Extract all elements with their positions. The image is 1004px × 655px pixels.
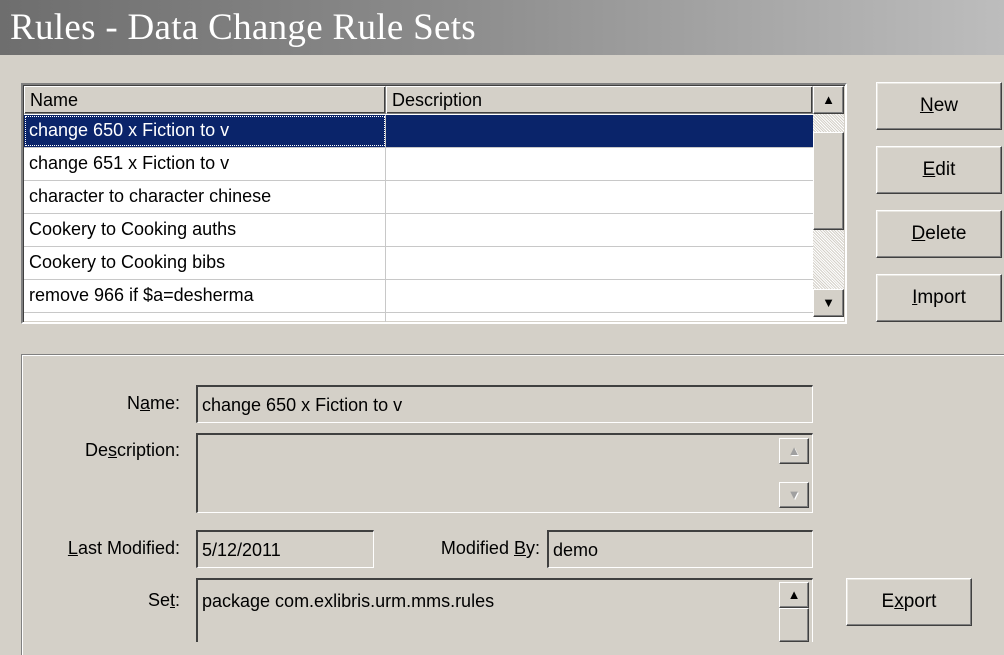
name-label-rest: me: bbox=[149, 393, 180, 413]
rule-rows: change 650 x Fiction to v change 651 x F… bbox=[24, 115, 813, 322]
table-row[interactable]: change 650 x Fiction to v bbox=[24, 115, 813, 148]
set-label-pre: Se bbox=[147, 590, 170, 610]
modified-by-label-pre: Modified bbox=[440, 538, 514, 558]
scrollbar-track[interactable] bbox=[779, 608, 809, 642]
delete-button-mnemonic: D bbox=[911, 223, 926, 244]
scroll-up-arrow-icon[interactable]: ▲ bbox=[813, 86, 844, 114]
rule-description-cell bbox=[386, 148, 813, 180]
rule-sets-list[interactable]: Name Description change 650 x Fiction to… bbox=[21, 83, 847, 324]
new-button-label: ew bbox=[933, 95, 959, 116]
name-label-pre: N bbox=[126, 393, 140, 413]
column-header-description[interactable]: Description bbox=[386, 86, 813, 114]
title-bar: Rules - Data Change Rule Sets bbox=[0, 0, 1004, 55]
set-label-rest: : bbox=[174, 590, 180, 610]
scrollbar-thumb[interactable] bbox=[813, 132, 844, 230]
table-row[interactable]: remove 966 if $a=desherma bbox=[24, 280, 813, 313]
rule-name-cell: Cookery to Cooking bibs bbox=[24, 247, 386, 279]
last-modified-field[interactable]: 5/12/2011 bbox=[196, 530, 374, 568]
export-button-label: port bbox=[903, 591, 937, 612]
table-row-partial[interactable] bbox=[24, 313, 813, 322]
list-vertical-scrollbar[interactable]: ▲ ▼ bbox=[813, 86, 844, 317]
name-field[interactable]: change 650 x Fiction to v bbox=[196, 385, 813, 423]
import-button[interactable]: Import bbox=[876, 274, 1002, 322]
rule-description-cell bbox=[386, 181, 813, 213]
modified-by-field[interactable]: demo bbox=[547, 530, 813, 568]
last-modified-label-mnemonic: L bbox=[67, 538, 78, 558]
modified-by-label: Modified By: bbox=[394, 538, 540, 559]
rule-name-cell: change 650 x Fiction to v bbox=[24, 115, 386, 147]
export-button-pre: E bbox=[881, 591, 895, 612]
set-scrollbar[interactable]: ▲ bbox=[779, 582, 809, 642]
export-button[interactable]: Export bbox=[846, 578, 972, 626]
set-field[interactable]: package com.exlibris.urm.mms.rules bbox=[196, 578, 813, 642]
description-scrollbar[interactable]: ▲ ▼ bbox=[779, 438, 809, 510]
scroll-up-arrow-icon[interactable]: ▲ bbox=[779, 582, 809, 608]
scroll-down-arrow-icon[interactable]: ▼ bbox=[779, 482, 809, 508]
modified-by-label-mnemonic: B bbox=[513, 538, 526, 558]
table-row[interactable]: Cookery to Cooking bibs bbox=[24, 247, 813, 280]
modified-by-label-rest: y: bbox=[525, 538, 540, 558]
last-modified-label-rest: ast Modified: bbox=[77, 538, 180, 558]
name-label-mnemonic: a bbox=[139, 393, 150, 413]
edit-button-mnemonic: E bbox=[922, 159, 936, 180]
delete-button[interactable]: Delete bbox=[876, 210, 1002, 258]
rule-name-cell: character to character chinese bbox=[24, 181, 386, 213]
description-field[interactable] bbox=[196, 433, 813, 513]
table-row[interactable]: character to character chinese bbox=[24, 181, 813, 214]
column-header-name[interactable]: Name bbox=[24, 86, 386, 114]
rule-description-cell bbox=[386, 214, 813, 246]
rule-name-cell: Cookery to Cooking auths bbox=[24, 214, 386, 246]
set-label: Set: bbox=[90, 590, 180, 611]
edit-button-label: dit bbox=[935, 159, 956, 180]
last-modified-label: Last Modified: bbox=[30, 538, 180, 559]
new-button[interactable]: New bbox=[876, 82, 1002, 130]
export-button-mnemonic: x bbox=[894, 591, 904, 612]
description-label-mnemonic: s bbox=[107, 440, 117, 460]
table-row[interactable]: Cookery to Cooking auths bbox=[24, 214, 813, 247]
rule-description-cell bbox=[386, 247, 813, 279]
scroll-up-arrow-icon[interactable]: ▲ bbox=[779, 438, 809, 464]
window-title: Rules - Data Change Rule Sets bbox=[10, 7, 476, 48]
description-label: Description: bbox=[40, 440, 180, 461]
import-button-label: mport bbox=[917, 287, 966, 308]
rule-name-cell: change 651 x Fiction to v bbox=[24, 148, 386, 180]
rule-name-cell bbox=[24, 313, 386, 322]
rule-name-cell: remove 966 if $a=desherma bbox=[24, 280, 386, 312]
new-button-mnemonic: N bbox=[919, 95, 934, 116]
rule-description-cell bbox=[386, 313, 813, 322]
rule-description-cell bbox=[386, 280, 813, 312]
rule-description-cell bbox=[386, 115, 813, 147]
table-row[interactable]: change 651 x Fiction to v bbox=[24, 148, 813, 181]
scroll-down-arrow-icon[interactable]: ▼ bbox=[813, 289, 844, 317]
edit-button[interactable]: Edit bbox=[876, 146, 1002, 194]
name-label: Name: bbox=[90, 393, 180, 414]
delete-button-label: elete bbox=[925, 223, 967, 244]
description-label-pre: De bbox=[84, 440, 108, 460]
description-label-rest: cription: bbox=[116, 440, 180, 460]
